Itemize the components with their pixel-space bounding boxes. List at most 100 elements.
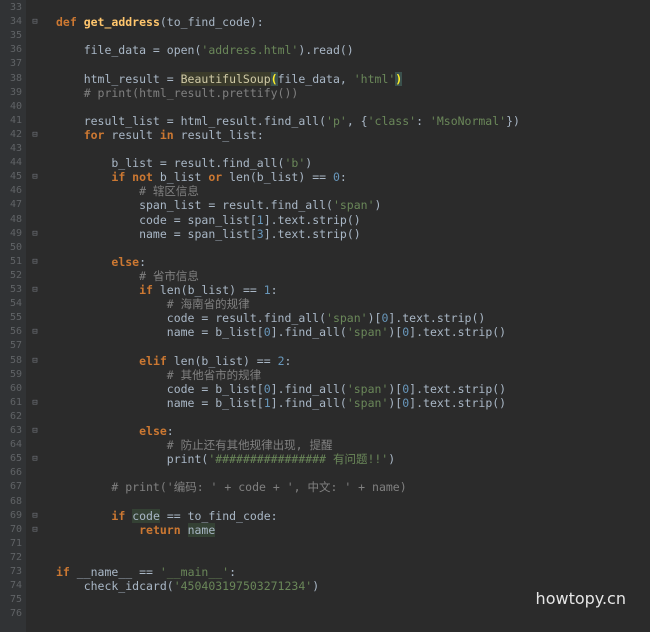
code-text: b_list = result.find_all('b'): [56, 156, 312, 170]
code-token: if: [111, 508, 126, 523]
code-line[interactable]: 60 code = b_list[0].find_all('span')[0].…: [0, 382, 650, 396]
code-line[interactable]: 68: [0, 495, 650, 509]
fold-marker-icon[interactable]: ⊟: [30, 227, 40, 241]
code-line[interactable]: 67 # print('编码: ' + code + ', 中文: ' + na…: [0, 480, 650, 494]
code-token: def: [56, 15, 84, 30]
code-line[interactable]: 43: [0, 142, 650, 156]
code-token: ): [312, 579, 320, 594]
fold-marker-icon[interactable]: ⊟: [30, 15, 40, 29]
fold-marker-icon[interactable]: ⊟: [30, 523, 40, 537]
code-editor[interactable]: 33 34 ⊟ def get_address(to_find_code): 35 36 …: [0, 0, 650, 632]
code-line[interactable]: 35: [0, 29, 650, 43]
code-token: if not: [111, 170, 153, 185]
code-line[interactable]: 66: [0, 466, 650, 480]
code-text: # 辖区信息: [56, 184, 199, 198]
fold-marker-icon[interactable]: ⊟: [30, 128, 40, 142]
code-line[interactable]: 39 # print(html_result.prettify()): [0, 86, 650, 100]
code-line[interactable]: 64 # 防止还有其他规律出现, 提醒: [0, 438, 650, 452]
code-line[interactable]: 47 span_list = result.find_all('span'): [0, 198, 650, 212]
code-line[interactable]: 56 ⊟ name = b_list[0].find_all('span')[0]…: [0, 325, 650, 339]
code-token: result: [104, 127, 160, 142]
code-token: ].find_all(: [270, 381, 347, 396]
code-line[interactable]: 62: [0, 410, 650, 424]
code-token: ].find_all(: [270, 395, 347, 410]
code-token: if: [56, 565, 70, 579]
code-line[interactable]: 57: [0, 339, 650, 353]
code-text: if __name__ == '__main__':: [56, 565, 236, 579]
code-token: # 其他省市的规律: [56, 367, 262, 382]
code-line[interactable]: 48 code = span_list[1].text.strip(): [0, 213, 650, 227]
code-line[interactable]: 33: [0, 1, 650, 15]
line-number: 38: [9, 72, 22, 84]
line-number: 68: [9, 495, 22, 507]
code-line[interactable]: 53 ⊟ if len(b_list) == 1:: [0, 283, 650, 297]
code-line[interactable]: 58 ⊟ elif len(b_list) == 2:: [0, 354, 650, 368]
line-number: 33: [9, 2, 22, 13]
code-line[interactable]: 70 ⊟ return name: [0, 522, 650, 537]
code-token: 1: [263, 283, 271, 297]
code-token: :: [166, 424, 174, 438]
code-line[interactable]: 38 html_result = BeautifulSoup(file_data…: [0, 71, 650, 86]
code-line[interactable]: 72: [0, 551, 650, 565]
code-line[interactable]: 50: [0, 241, 650, 255]
code-line[interactable]: 71: [0, 537, 650, 551]
code-line[interactable]: 54 # 海南省的规律: [0, 297, 650, 311]
code-text: def get_address(to_find_code):: [56, 15, 264, 29]
fold-marker-icon[interactable]: ⊟: [30, 325, 40, 339]
code-text: if code == to_find_code:: [56, 508, 278, 523]
code-line[interactable]: 37: [0, 57, 650, 71]
code-line[interactable]: 40: [0, 100, 650, 114]
code-token: html_result =: [56, 71, 181, 86]
code-line[interactable]: 73 if __name__ == '__main__':: [0, 565, 650, 579]
code-token: span_list = result.find_all(: [56, 198, 333, 213]
code-token: ).read(): [298, 43, 354, 58]
code-token: print(: [56, 452, 209, 467]
code-line[interactable]: 65 ⊟ print('################ 有问题!!'): [0, 452, 650, 466]
code-token: )[: [388, 325, 403, 340]
code-line[interactable]: 69 ⊟ if code == to_find_code:: [0, 508, 650, 523]
line-number: 37: [9, 58, 22, 70]
line-number: 45: [9, 171, 22, 183]
code-token: ): [305, 156, 313, 171]
code-text: # 海南省的规律: [56, 297, 250, 311]
code-line[interactable]: 36 file_data = open('address.html').read…: [0, 43, 650, 57]
line-number: 71: [9, 537, 22, 549]
line-number: 44: [9, 157, 22, 169]
code-line[interactable]: 46 # 辖区信息: [0, 184, 650, 198]
fold-marker-icon[interactable]: ⊟: [30, 509, 40, 523]
code-line[interactable]: 44 b_list = result.find_all('b'): [0, 156, 650, 170]
code-line[interactable]: 45 ⊟ if not b_list or len(b_list) == 0:: [0, 170, 650, 184]
fold-marker-icon[interactable]: ⊟: [30, 396, 40, 410]
fold-marker-icon[interactable]: ⊟: [30, 354, 40, 368]
line-number: 59: [9, 368, 22, 380]
code-line[interactable]: 42 ⊟ for result in result_list:: [0, 128, 650, 142]
code-token: 'MsoNormal': [429, 113, 507, 128]
code-line[interactable]: 41 result_list = html_result.find_all('p…: [0, 114, 650, 128]
code-token: result_list = html_result.find_all(: [56, 113, 327, 128]
line-number: 41: [9, 114, 22, 126]
code-token: name = span_list[: [56, 226, 257, 241]
code-line[interactable]: 34 ⊟ def get_address(to_find_code):: [0, 15, 650, 29]
code-text: code = b_list[0].find_all('span')[0].tex…: [56, 382, 506, 396]
code-token: :: [270, 283, 278, 297]
line-number: 76: [9, 608, 22, 620]
code-token: 0: [332, 170, 340, 185]
fold-marker-icon[interactable]: ⊟: [30, 283, 40, 297]
code-token: '################ 有问题!!': [208, 452, 389, 467]
fold-marker-icon[interactable]: ⊟: [30, 170, 40, 184]
code-line[interactable]: 49 ⊟ name = span_list[3].text.strip(): [0, 227, 650, 241]
code-line[interactable]: 55 code = result.find_all('span')[0].tex…: [0, 311, 650, 325]
fold-marker-icon[interactable]: ⊟: [30, 255, 40, 269]
code-line[interactable]: 52 # 省市信息: [0, 269, 650, 283]
code-line[interactable]: 61 ⊟ name = b_list[1].find_all('span')[0]…: [0, 396, 650, 410]
code-line[interactable]: 63 ⊟ else:: [0, 424, 650, 438]
line-number: 65: [9, 453, 22, 465]
code-line[interactable]: 59 # 其他省市的规律: [0, 368, 650, 382]
fold-marker-icon[interactable]: ⊟: [30, 424, 40, 438]
fold-marker-icon[interactable]: ⊟: [30, 452, 40, 466]
code-line[interactable]: 76: [0, 607, 650, 621]
code-token: b_list: [152, 170, 209, 185]
code-line[interactable]: 51 ⊟ else:: [0, 255, 650, 269]
